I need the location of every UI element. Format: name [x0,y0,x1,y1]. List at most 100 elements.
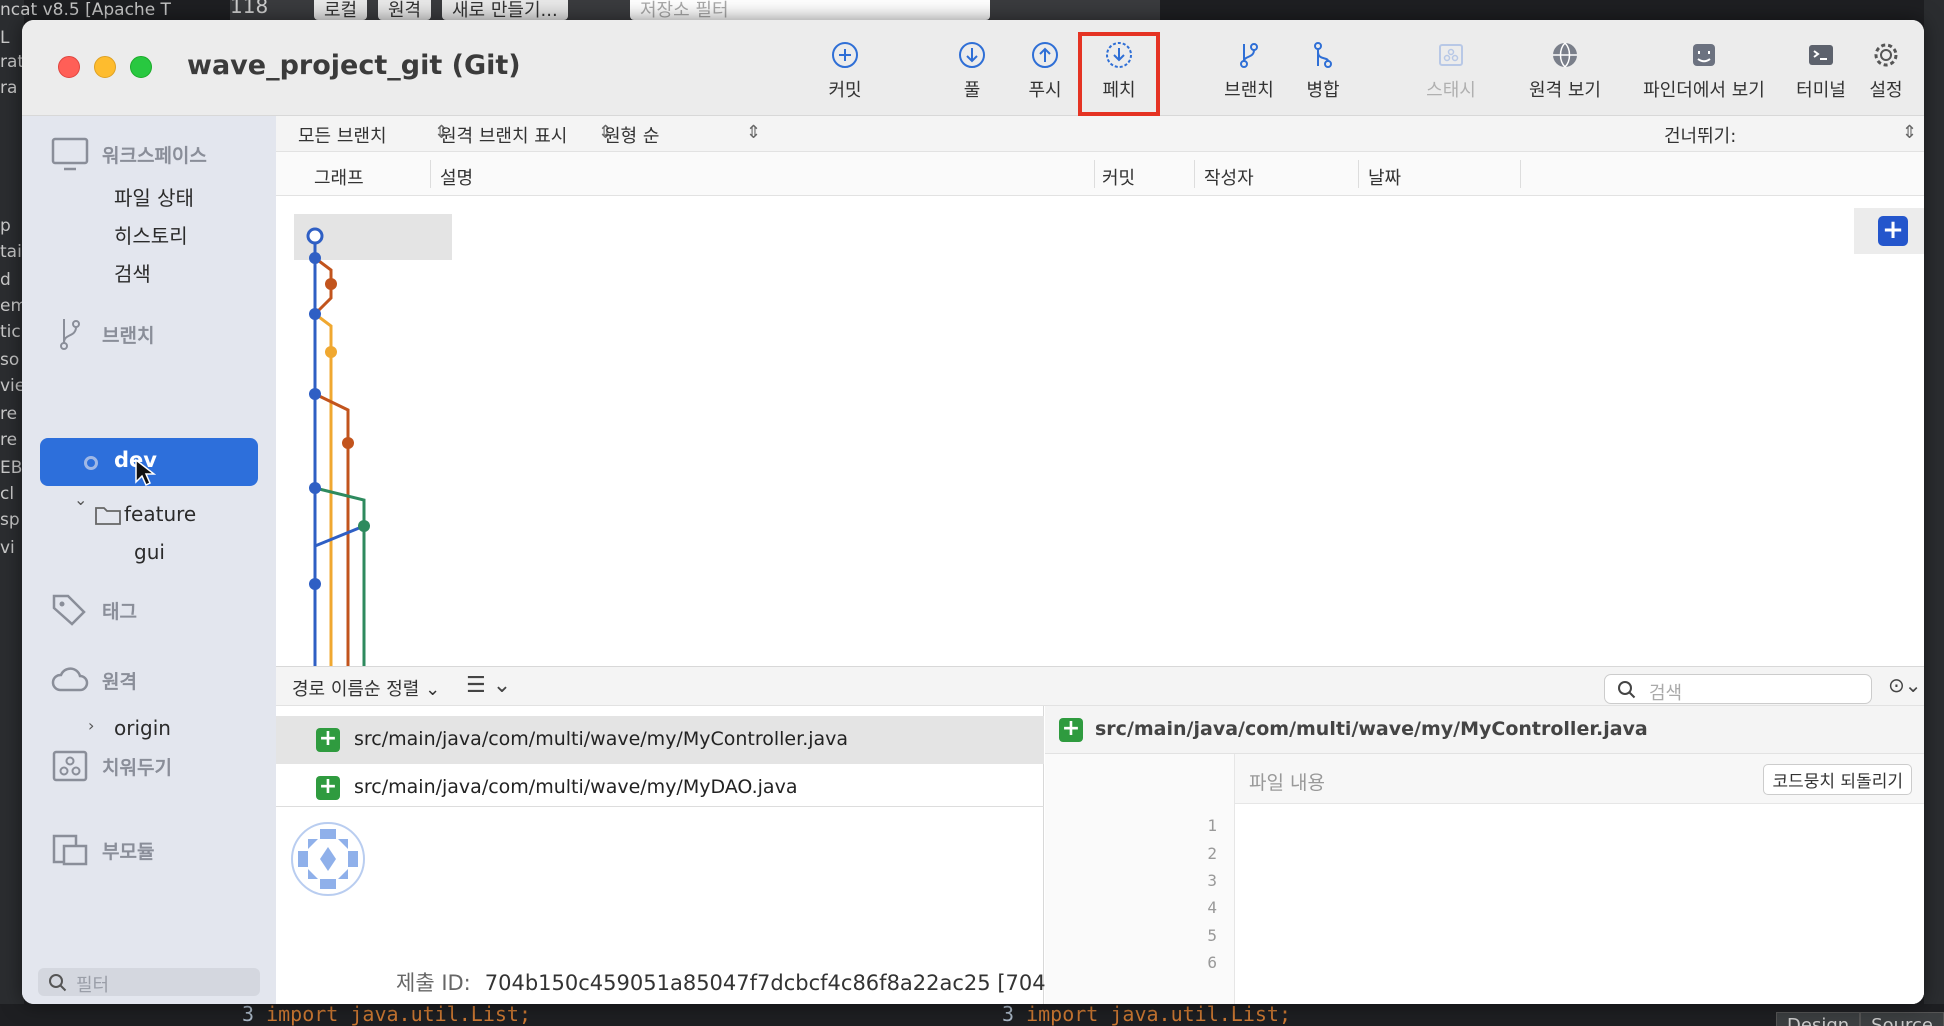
bg-text: re [0,430,18,450]
sidebar-filter-input[interactable]: 필터 [38,968,260,996]
bg-text: ncat v8.5 [Apache T [0,0,171,20]
list-view-icon[interactable]: ☰ ⌄ [466,673,511,698]
sort-by-path-select[interactable]: 경로 이름순 정렬 ⌄ [292,675,440,701]
graph-node[interactable] [325,278,337,290]
bg-text: vi [0,538,15,558]
commit-id-value[interactable]: 704b150c459051a85047f7dcbcf4c86f8a22ac25… [485,971,1046,995]
diff-file-header: + src/main/java/com/multi/wave/my/MyCont… [1045,706,1924,754]
graph-node-head[interactable] [306,227,324,245]
graph-node[interactable] [325,346,337,358]
close-window-button[interactable] [58,56,80,78]
chevron-down-icon[interactable]: ⌄ [74,490,87,509]
zoom-window-button[interactable] [130,56,152,78]
revert-hunk-button[interactable]: 코드뭉치 되돌리기 [1763,764,1912,795]
stash-icon [1439,44,1463,66]
file-row[interactable]: + src/main/java/com/multi/wave/my/MyCont… [276,716,1044,764]
sidebar-branches-header[interactable]: 브랜치 [50,314,154,354]
sidebar-stashes-header[interactable]: 치워두기 [50,746,172,786]
folder-icon [95,507,121,525]
sidebar-remote-origin[interactable]: origin [114,716,171,740]
sidebar-submodules-header[interactable]: 부모듈 [50,830,154,870]
main-panel: 모든 브랜치 ⇕ 원격 브랜치 표시 ⇕ 원형 순 ⇕ 건너뛰기: ⇕ 그래프 … [276,116,1924,1004]
file-search-placeholder: 검색 [1649,683,1683,704]
commit-button[interactable]: 커밋 [800,40,890,102]
all-branches-select[interactable]: 모든 브랜치 [298,122,387,148]
sidebar-folder-feature[interactable]: feature [124,502,196,526]
graph-node[interactable] [309,578,321,590]
minimize-window-button[interactable] [94,56,116,78]
chevron-right-icon[interactable]: › [88,716,94,735]
sidebar-workspace-header: 워크스페이스 [50,134,207,174]
pull-label: 풀 [963,80,981,101]
line-number: 6 [1207,953,1217,972]
branch-icon [1240,43,1258,68]
sidebar-tags-label: 태그 [102,600,137,623]
column-divider [1094,160,1095,188]
file-search-input[interactable]: 검색 [1604,674,1872,704]
more-options-icon[interactable]: ⊙⌄ [1888,673,1922,697]
sidebar-submodules-label: 부모듈 [102,840,155,863]
background-ide-right [1924,0,1944,1026]
graph-node[interactable] [309,388,321,400]
column-divider [1358,160,1359,188]
bg-text: L [0,28,10,48]
sidebar-workspace-label: 워크스페이스 [102,144,207,167]
stash-button[interactable]: 스태시 [1406,40,1496,102]
terminal-icon [1809,45,1833,65]
merge-button[interactable]: 병합 [1278,40,1368,102]
bg-text: p [0,216,11,236]
remote-view-label: 원격 보기 [1529,80,1601,101]
tag-icon [52,594,86,626]
sidebar-filter-placeholder: 필터 [76,975,110,996]
branch-label: 브랜치 [1224,80,1274,101]
file-added-icon: + [316,728,340,752]
sidebar-item-file-status[interactable]: 파일 상태 [114,182,194,211]
bg-code-right: 3 import java.util.List; [1002,1002,1291,1026]
arrow-up-circle-icon [1032,42,1058,68]
settings-button[interactable]: 설정 [1850,40,1922,102]
file-path: src/main/java/com/multi/wave/my/MyDAO.ja… [354,776,798,798]
file-list-toolbar: 경로 이름순 정렬 ⌄ ☰ ⌄ 검색 ⊙⌄ [276,666,1924,706]
mouse-cursor-icon [135,458,156,487]
bg-text: EB [0,458,23,478]
order-select[interactable]: 원형 순 [604,122,659,148]
commit-graph-area[interactable]: + [276,196,1924,666]
bg-source-tab: Source [1860,1012,1944,1026]
stash-label: 스태시 [1426,80,1476,101]
branch-icon [60,319,80,350]
sourcetree-window: wave_project_git (Git) 커밋 풀 푸시 페치 브랜치 병합 [22,20,1924,1004]
bg-text: d [0,270,11,290]
remote-view-button[interactable]: 원격 보기 [1510,40,1620,102]
graph-node[interactable] [309,308,321,320]
gear-icon [1874,43,1898,67]
graph-node[interactable] [309,252,321,264]
bg-text: tic [0,322,21,342]
sidebar-remotes-header[interactable]: 원격 [50,660,137,700]
commit-label: 커밋 [828,80,862,101]
file-row[interactable]: + src/main/java/com/multi/wave/my/MyDAO.… [276,764,1044,812]
sidebar-item-history[interactable]: 히스토리 [114,220,188,249]
graph-node[interactable] [309,482,321,494]
sidebar-branch-gui[interactable]: gui [134,540,165,564]
sidebar-tags-header[interactable]: 태그 [50,590,137,630]
show-in-finder-button[interactable]: 파인더에서 보기 [1634,40,1774,102]
column-graph[interactable]: 그래프 [314,164,364,190]
add-button[interactable]: + [1878,216,1908,246]
search-icon [1618,681,1636,699]
show-remote-branches-select[interactable]: 원격 브랜치 표시 [440,122,567,148]
graph-node[interactable] [342,437,354,449]
sidebar-item-search[interactable]: 검색 [114,258,151,287]
column-author[interactable]: 작성자 [1204,164,1254,190]
search-icon [49,974,67,992]
graph-node[interactable] [358,520,370,532]
arrow-down-circle-icon [959,42,985,68]
jump-to-label[interactable]: 건너뛰기: [1664,122,1736,148]
column-description[interactable]: 설명 [440,164,473,190]
commit-graph [306,227,370,666]
line-number: 4 [1207,898,1217,917]
show-in-finder-label: 파인더에서 보기 [1643,80,1765,101]
column-date[interactable]: 날짜 [1368,164,1401,190]
add-row-box: + [1854,208,1924,254]
column-commit[interactable]: 커밋 [1102,164,1135,190]
bg-text: tai [0,242,22,262]
